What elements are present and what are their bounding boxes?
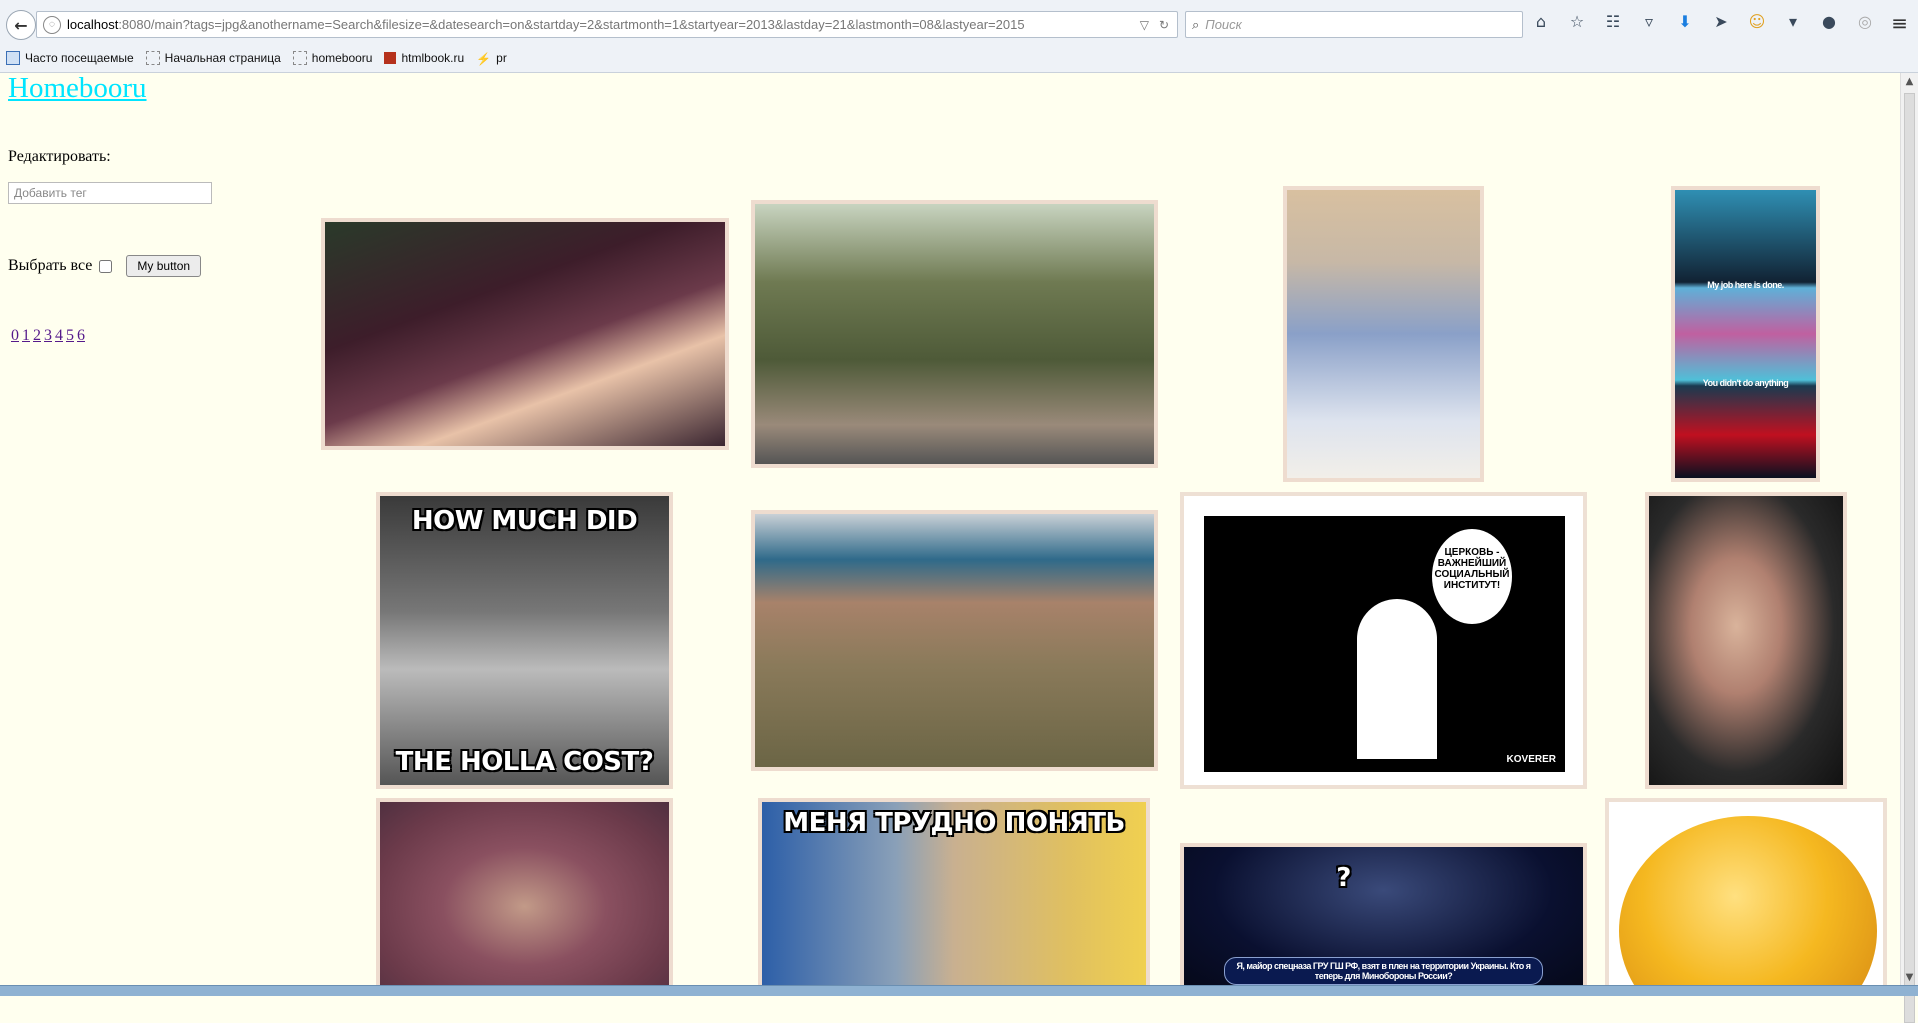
kolobok-face-image[interactable]	[1605, 798, 1887, 996]
page-scrollbar[interactable]: ▲ ▼	[1900, 73, 1918, 1023]
sync-icon[interactable]: ◎	[1854, 12, 1876, 31]
bookmark-frequent[interactable]: Часто посещаемые	[6, 51, 134, 65]
edit-label: Редактировать:	[8, 148, 111, 165]
globe-icon: ◌	[43, 15, 61, 34]
page-link-6[interactable]: 6	[77, 327, 85, 345]
meme-caption-bottom: THE HOLLA COST?	[395, 747, 654, 777]
page-link-0[interactable]: 0	[11, 327, 19, 345]
bookmark-start-page[interactable]: Начальная страница	[145, 51, 281, 65]
cartoon-signature: KOVERER	[1506, 754, 1556, 765]
home-icon[interactable]: ⌂	[1530, 12, 1552, 31]
send-icon[interactable]: ➤	[1710, 12, 1732, 31]
browser-toolbar: ← ◌ localhost:8080/main?tags=jpg&another…	[0, 0, 1918, 73]
select-all-checkbox[interactable]	[99, 259, 113, 273]
scroll-down-icon[interactable]: ▼	[1901, 969, 1918, 986]
meme-caption-top: HOW MUCH DID	[411, 506, 638, 536]
anime-girl-image[interactable]	[321, 218, 729, 450]
add-tag-input[interactable]	[8, 182, 212, 204]
klitschko-meme-image[interactable]: МЕНЯ ТРУДНО ПОНЯТЬ	[758, 798, 1150, 996]
bookmark-homebooru[interactable]: homebooru	[292, 51, 372, 65]
download-icon[interactable]: ⬇	[1674, 12, 1696, 31]
site-title-link[interactable]: Homebooru	[8, 72, 147, 105]
os-taskbar	[0, 985, 1918, 996]
bookmark-pr[interactable]: ⚡ pr	[476, 51, 507, 66]
search-box[interactable]: ⌕ Поиск	[1185, 11, 1523, 38]
bookmarks-bar: Часто посещаемые Начальная страница home…	[0, 47, 507, 69]
kolobok-face	[1619, 816, 1877, 992]
folder-icon	[6, 51, 20, 65]
extension-face-icon[interactable]: ☺	[1746, 12, 1768, 31]
back-arrow-icon[interactable]: ←	[6, 10, 36, 40]
cartoon-figure	[1357, 599, 1437, 759]
kimono-girls-image[interactable]	[1283, 186, 1484, 482]
address-bar[interactable]: ◌ localhost:8080/main?tags=jpg&anotherna…	[36, 11, 1178, 38]
toolbar-icons: ⌂ ☆ ☷ ▿ ⬇ ➤ ☺ ▾ ● ◎	[1530, 12, 1876, 31]
bookmark-htmlbook[interactable]: htmlbook.ru	[384, 51, 464, 65]
select-all-row: Выбрать все My button	[8, 255, 202, 277]
search-placeholder: Поиск	[1205, 17, 1242, 32]
quiz-caption: Я, майор спецназа ГРУ ГШ РФ, взят в плен…	[1224, 957, 1543, 985]
page-link-4[interactable]: 4	[55, 327, 63, 345]
sailor-moon-caption-2: You didn't do anything	[1702, 378, 1789, 388]
pagination: 0 1 2 3 4 5 6	[11, 327, 85, 345]
quiz-question-mark: ?	[1336, 863, 1351, 893]
dawkins-portrait-image[interactable]	[1645, 492, 1847, 789]
speech-bubble: ЦЕРКОВЬ - ВАЖНЕЙШИЙ СОЦИАЛЬНЫЙ ИНСТИТУТ!	[1432, 529, 1512, 624]
dropdown-arrow-icon[interactable]: ▽	[1140, 18, 1149, 32]
bookmark-star-icon[interactable]: ☆	[1566, 12, 1588, 31]
site-icon	[384, 52, 397, 64]
cartoon-church-image[interactable]: ЦЕРКОВЬ - ВАЖНЕЙШИЙ СОЦИАЛЬНЫЙ ИНСТИТУТ!…	[1180, 492, 1587, 789]
reading-list-icon[interactable]: ☷	[1602, 12, 1624, 31]
pocket-icon[interactable]: ▿	[1638, 12, 1660, 31]
eyeroll-man-image[interactable]	[376, 798, 673, 996]
select-all-label: Выбрать все	[8, 257, 93, 274]
url-text: localhost:8080/main?tags=jpg&anothername…	[67, 17, 1025, 32]
chat-icon[interactable]: ●	[1818, 12, 1840, 31]
hamburger-menu-icon[interactable]: ≡	[1891, 11, 1908, 35]
klitschko-caption: МЕНЯ ТРУДНО ПОНЯТЬ	[783, 808, 1125, 838]
page-icon	[145, 51, 160, 65]
parade-strollers-image[interactable]	[751, 200, 1158, 468]
page-link-3[interactable]: 3	[44, 327, 52, 345]
page-icon	[292, 51, 307, 65]
sailor-moon-comic-image[interactable]: My job here is done. You didn't do anyth…	[1671, 186, 1820, 482]
bolt-icon: ⚡	[476, 52, 492, 66]
reload-icon[interactable]: ↻	[1159, 18, 1169, 32]
quiz-show-image[interactable]: ? Я, майор спецназа ГРУ ГШ РФ, взят в пл…	[1180, 843, 1587, 996]
page-link-1[interactable]: 1	[22, 327, 30, 345]
scroll-thumb[interactable]	[1904, 93, 1915, 1023]
soldiers-laughing-image[interactable]	[751, 510, 1158, 771]
chevron-down-icon[interactable]: ▾	[1782, 12, 1804, 31]
meme-hitler-image[interactable]: HOW MUCH DID THE HOLLA COST?	[376, 492, 673, 789]
scroll-up-icon[interactable]: ▲	[1901, 73, 1918, 90]
my-button[interactable]: My button	[126, 255, 202, 277]
sailor-moon-caption-1: My job here is done.	[1707, 280, 1784, 290]
cartoon-panel: ЦЕРКОВЬ - ВАЖНЕЙШИЙ СОЦИАЛЬНЫЙ ИНСТИТУТ!…	[1204, 516, 1565, 772]
page-link-5[interactable]: 5	[66, 327, 74, 345]
page-link-2[interactable]: 2	[33, 327, 41, 345]
search-icon: ⌕	[1192, 16, 1200, 32]
